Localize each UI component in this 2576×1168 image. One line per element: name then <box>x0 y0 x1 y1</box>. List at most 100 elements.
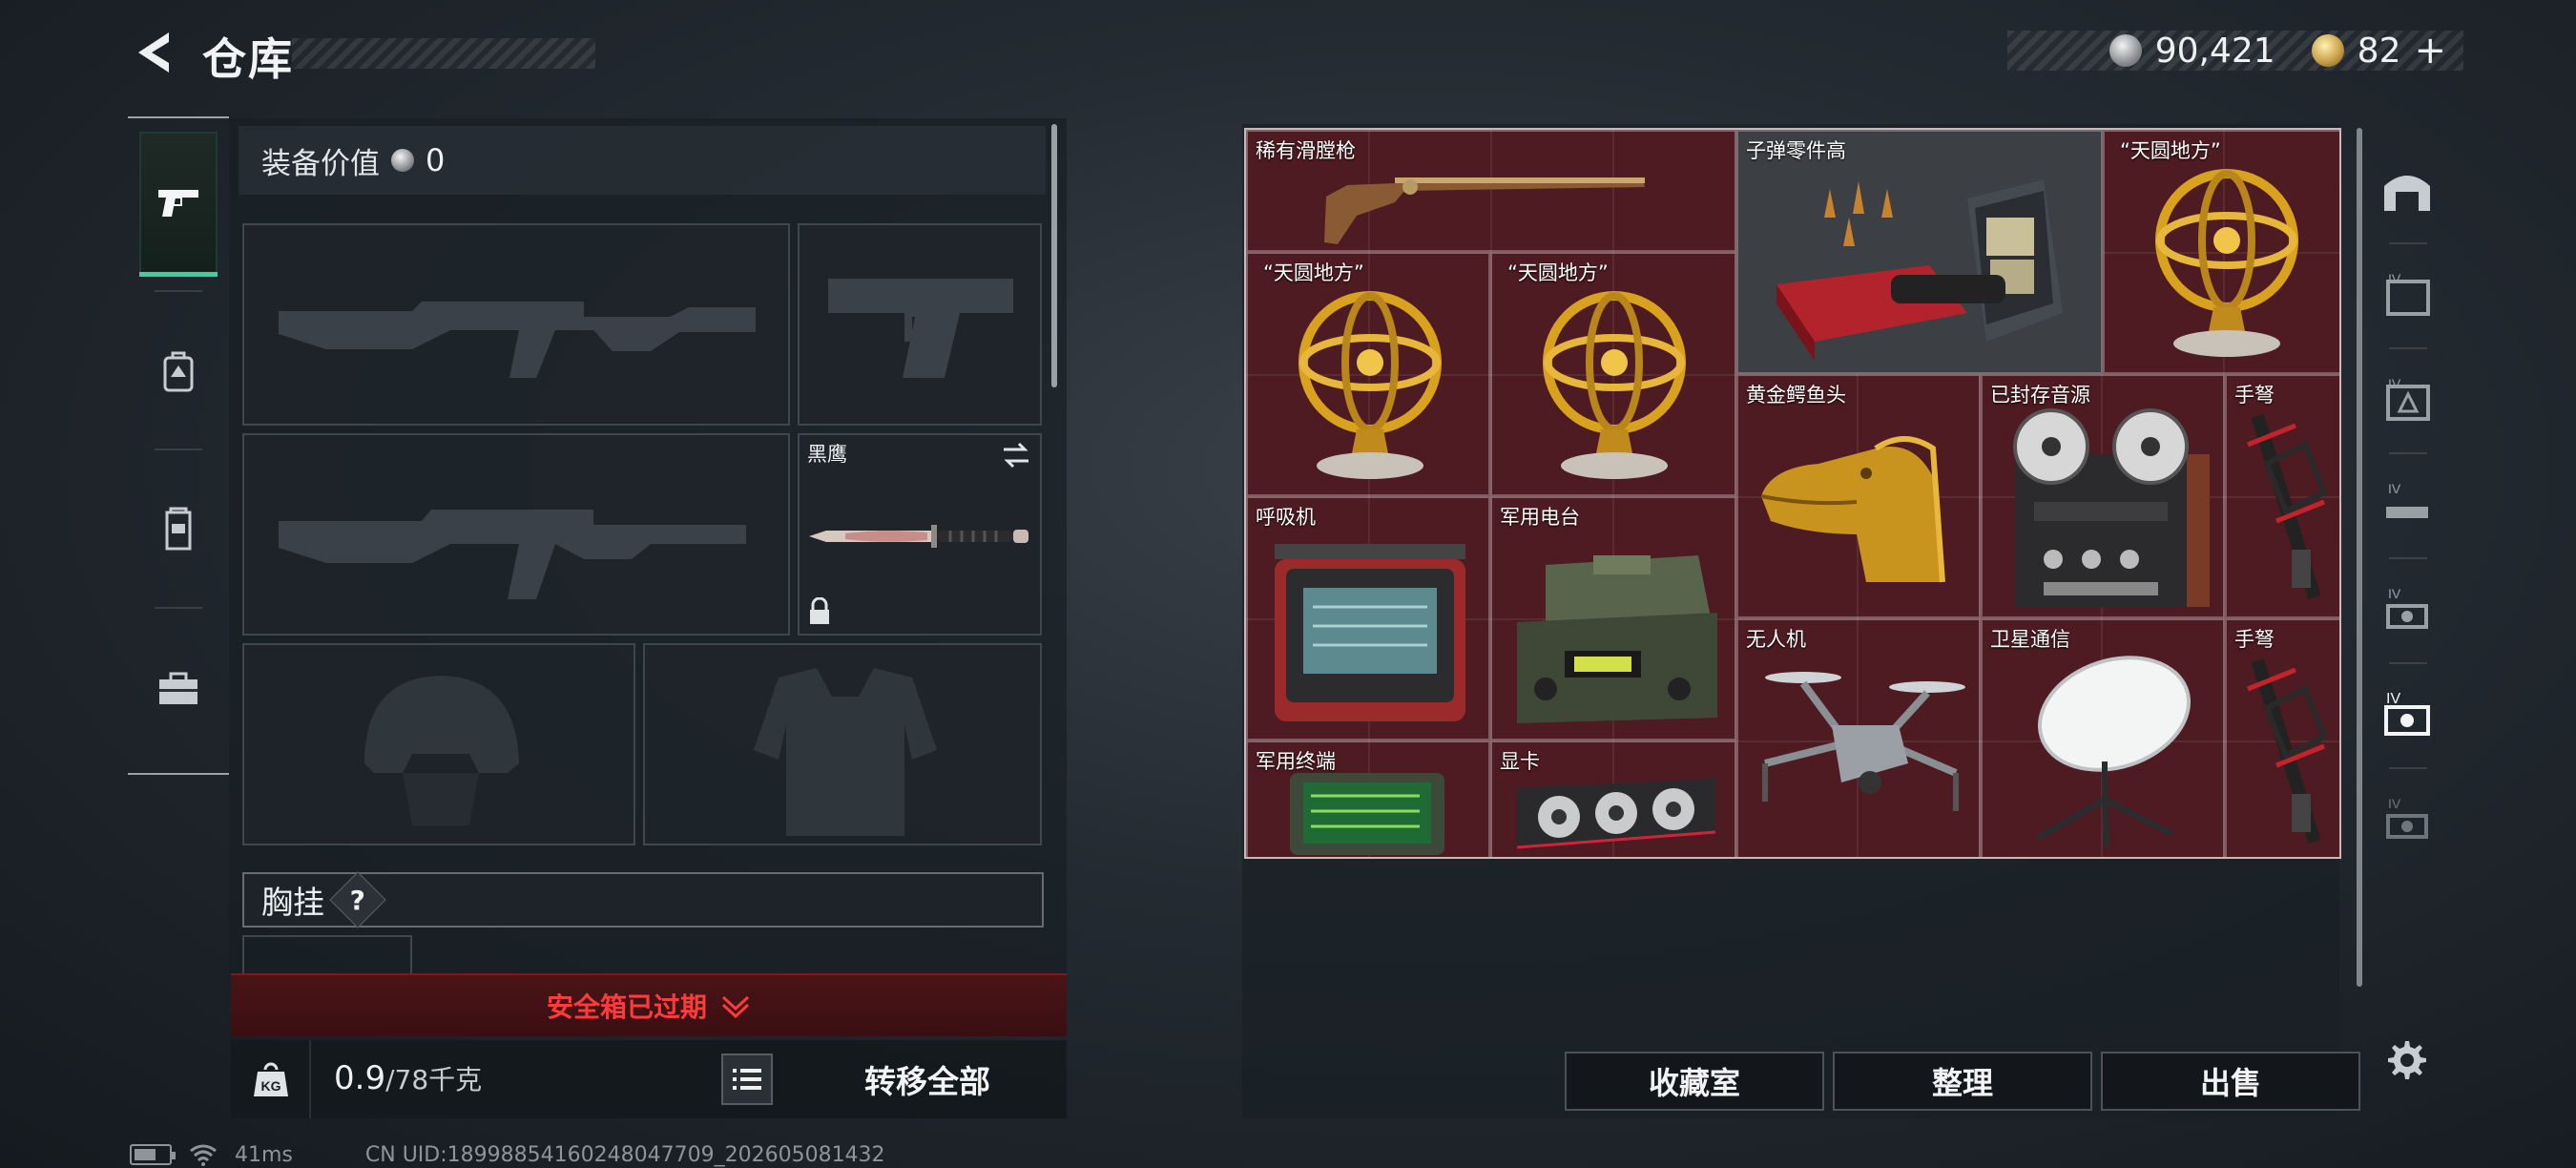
category-weapons[interactable] <box>139 132 218 277</box>
lock-icon <box>810 597 829 624</box>
wifi-icon <box>190 1144 217 1166</box>
category-divider <box>2389 452 2427 454</box>
stash-item[interactable]: 军用终端 <box>1246 740 1490 857</box>
armillary-sphere-icon <box>1543 291 1686 479</box>
page-title: 仓库 <box>202 33 294 85</box>
swap-icon[interactable] <box>1000 441 1032 469</box>
gold-amount: 82 <box>2357 31 2401 71</box>
stash-item[interactable]: “天圆地方” <box>1490 252 1736 496</box>
stash-tab-2[interactable]: IV <box>2374 366 2441 433</box>
melee-slot[interactable]: 黑鹰 <box>798 433 1042 636</box>
item-name: 呼吸机 <box>1256 506 1316 529</box>
category-armor[interactable] <box>139 458 218 601</box>
crossbow-icon <box>2247 413 2328 600</box>
melee-name: 黑鹰 <box>807 443 847 466</box>
satellite-dish-icon <box>2036 656 2192 848</box>
weight-max: /78千克 <box>385 1064 483 1095</box>
stash-item[interactable]: “天圆地方” <box>1246 252 1490 496</box>
category-sidebar <box>128 116 229 775</box>
settings-button[interactable] <box>2374 1029 2437 1092</box>
stash-item[interactable]: 无人机 <box>1736 618 1981 857</box>
equipment-value: 0 <box>426 142 446 178</box>
stash-category-all[interactable] <box>2374 156 2441 223</box>
item-name: 手弩 <box>2234 628 2275 651</box>
item-name: 军用电台 <box>1500 506 1580 529</box>
category-divider <box>2389 347 2427 349</box>
primary-weapon-slot-1[interactable] <box>242 223 790 426</box>
svg-text:IV: IV <box>2388 271 2401 286</box>
equipment-scrollbar[interactable] <box>1051 124 1057 387</box>
item-name: 无人机 <box>1746 628 1806 651</box>
list-view-button[interactable] <box>721 1053 773 1105</box>
item-name: 已封存音源 <box>1990 384 2090 407</box>
svg-text:IV: IV <box>2388 376 2401 391</box>
stash-item[interactable]: 稀有滑膛枪 <box>1246 130 1736 252</box>
stash-item[interactable]: 手弩 <box>2225 374 2339 618</box>
stash-item[interactable]: 黄金鳄鱼头 <box>1736 374 1981 618</box>
stash-tab-6[interactable]: IV <box>2374 786 2441 853</box>
safebox-expired-banner[interactable]: 安全箱已过期 <box>231 973 1067 1036</box>
crossbow-icon <box>2247 657 2328 845</box>
pistol-slot[interactable] <box>798 223 1042 426</box>
silver-amount: 90,421 <box>2154 31 2275 71</box>
stash-tab-5[interactable]: IV <box>2374 681 2441 748</box>
stash-tab-4[interactable]: IV <box>2374 576 2441 643</box>
gear-icon <box>2388 1041 2426 1079</box>
title-decoration <box>292 38 595 69</box>
stash-tab-3[interactable]: IV <box>2374 471 2441 538</box>
status-bar: 41ms CN UID:18998854160248047709_2026050… <box>130 1141 885 1168</box>
rifle-silhouette-icon <box>279 302 756 378</box>
category-tools[interactable] <box>139 616 218 760</box>
stash-item[interactable]: 已封存音源 <box>1981 374 2225 618</box>
chest-rig-slot[interactable] <box>242 935 412 977</box>
category-divider <box>155 607 202 609</box>
silver-coin-icon <box>391 149 414 172</box>
pistol-silhouette-icon <box>828 279 1013 378</box>
help-mark: ? <box>349 884 366 916</box>
category-divider <box>2389 242 2427 244</box>
stash-item[interactable]: 卫星通信 <box>1981 618 2225 857</box>
silver-coin-icon <box>2109 34 2142 67</box>
helmet-slot[interactable] <box>242 643 635 845</box>
collection-room-button[interactable]: 收藏室 <box>1565 1052 1824 1111</box>
vest-silhouette-icon <box>754 668 937 836</box>
svg-text:IV: IV <box>2386 691 2400 707</box>
stash-item[interactable]: 手弩 <box>2225 618 2339 857</box>
stash-tab-1[interactable]: IV <box>2374 261 2441 328</box>
graphics-card-icon <box>1516 779 1716 849</box>
primary-weapon-slot-2[interactable] <box>242 433 790 636</box>
transfer-all-button[interactable]: 转移全部 <box>803 1048 1051 1111</box>
category-divider <box>155 290 202 292</box>
help-button[interactable]: ? <box>329 871 386 928</box>
equipment-value-header: 装备价值 0 <box>239 126 1046 195</box>
stash-item[interactable]: 呼吸机 <box>1246 496 1490 740</box>
category-divider <box>2389 557 2427 559</box>
user-uid: CN UID:18998854160248047709_202605081432 <box>364 1142 885 1167</box>
stash-item[interactable]: 显卡 <box>1490 740 1736 857</box>
equipment-value-label: 装备价值 <box>261 146 380 181</box>
transfer-bar: KG 0.9/78千克 转移全部 <box>231 1040 1067 1118</box>
gold-add-button[interactable]: + <box>2414 29 2446 73</box>
military-radio-icon <box>1517 555 1717 723</box>
svg-text:IV: IV <box>2388 586 2401 601</box>
organize-button[interactable]: 整理 <box>1833 1052 2092 1111</box>
safebox-status: 安全箱已过期 <box>546 991 707 1023</box>
vest-icon <box>165 507 192 551</box>
stash-tab-icon: IV <box>2386 586 2428 629</box>
back-arrow-icon <box>138 32 169 73</box>
armor-slot[interactable] <box>643 643 1042 845</box>
stash-item[interactable]: 军用电台 <box>1490 496 1736 740</box>
stash-tab-icon: IV <box>2386 796 2428 839</box>
item-name: 手弩 <box>2234 384 2275 407</box>
category-backpack[interactable] <box>139 300 218 443</box>
rifle-silhouette-icon <box>279 510 746 599</box>
battery-icon <box>130 1144 176 1165</box>
stash-item[interactable]: 子弹零件高 <box>1736 130 2103 374</box>
chest-rig-label: 胸挂 <box>261 884 324 921</box>
svg-text:IV: IV <box>2388 481 2401 496</box>
stash-item[interactable]: “天圆地方” <box>2103 130 2339 374</box>
armillary-sphere-icon <box>1298 291 1442 479</box>
back-button[interactable] <box>124 25 181 80</box>
weight-divider <box>309 1040 311 1118</box>
sell-button[interactable]: 出售 <box>2101 1052 2360 1111</box>
